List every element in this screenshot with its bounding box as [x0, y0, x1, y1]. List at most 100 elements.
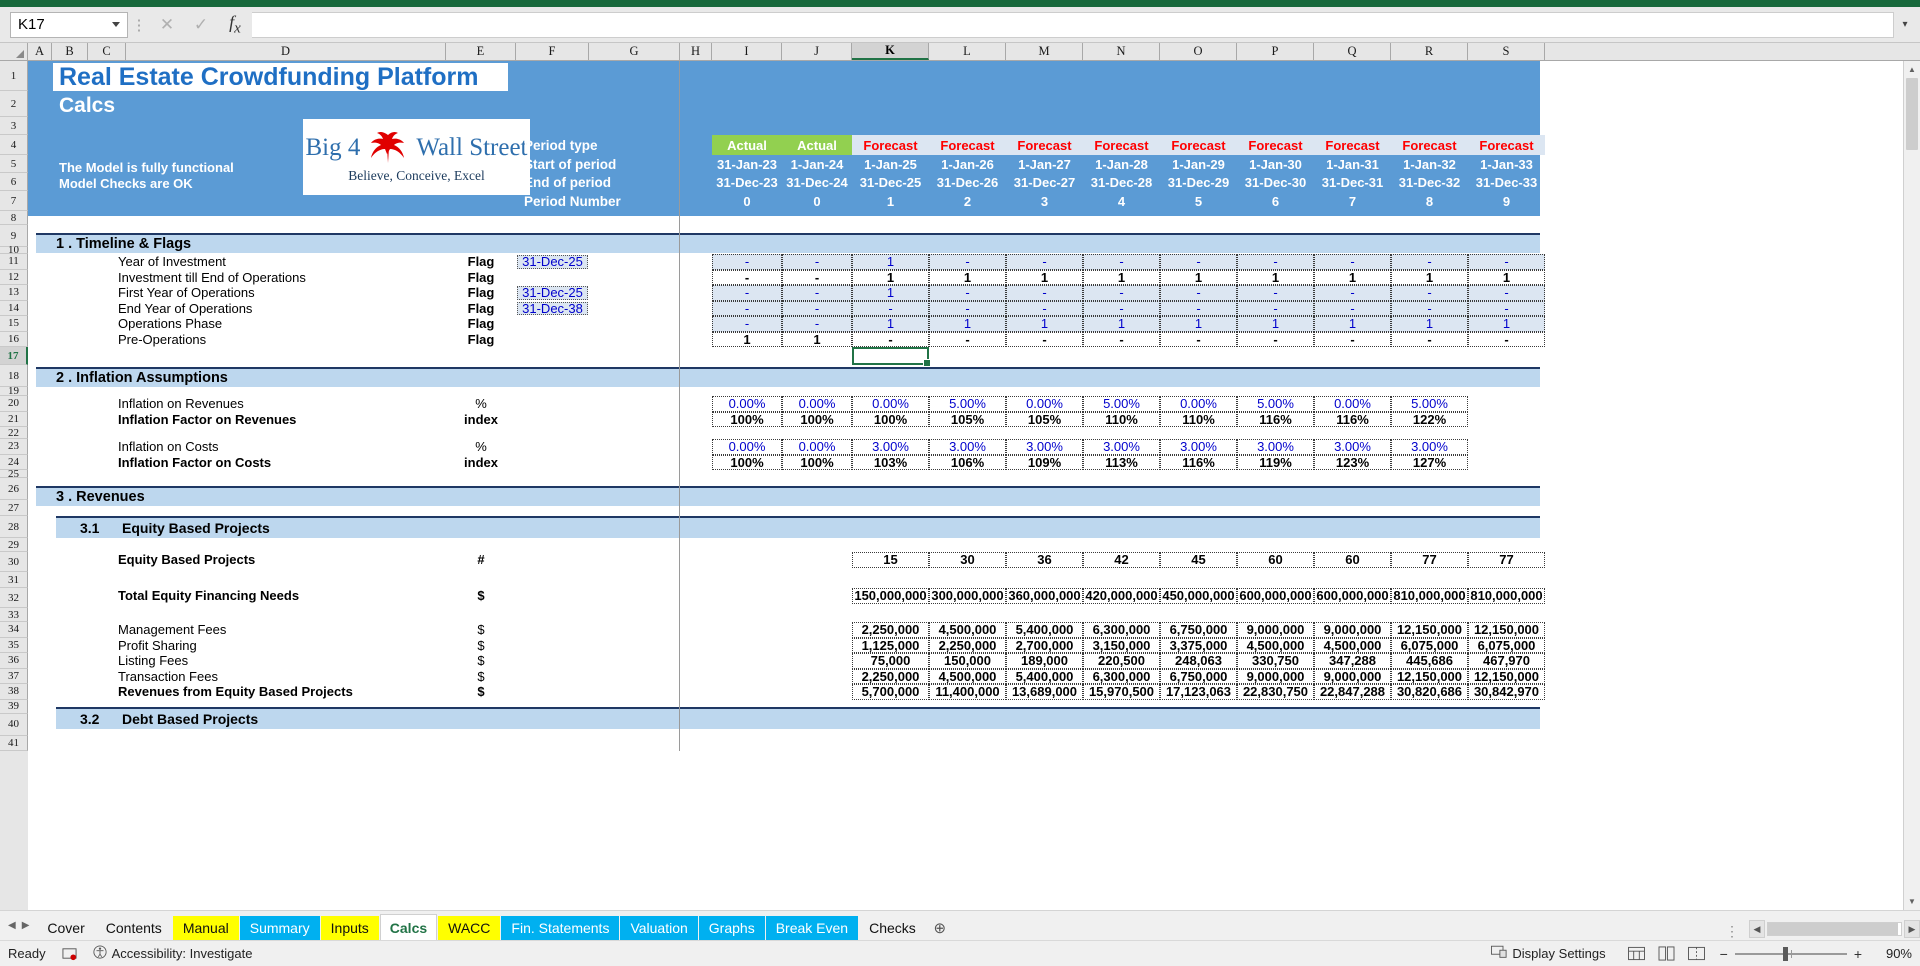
row-header-37[interactable]: 37 [0, 668, 28, 684]
timeline-value-4-I[interactable]: - [712, 316, 782, 332]
inflation-value-1-K[interactable]: 100% [852, 411, 929, 427]
revenue-value-2-R[interactable]: 12,150,000 [1391, 622, 1468, 638]
row-header-15[interactable]: 15 [0, 316, 28, 332]
timeline-value-2-M[interactable]: - [1006, 285, 1083, 301]
revenue-value-1-N[interactable]: 420,000,000 [1083, 588, 1160, 604]
row-header-26[interactable]: 26 [0, 478, 28, 500]
timeline-value-4-P[interactable]: 1 [1237, 316, 1314, 332]
row-header-20[interactable]: 20 [0, 396, 28, 412]
row-header-22[interactable]: 22 [0, 427, 28, 439]
timeline-value-3-N[interactable]: - [1083, 300, 1160, 316]
row-header-21[interactable]: 21 [0, 411, 28, 427]
column-header-c[interactable]: C [88, 43, 126, 60]
timeline-value-0-N[interactable]: - [1083, 254, 1160, 270]
first-sheet-icon[interactable]: ◀ [8, 920, 16, 931]
column-header-n[interactable]: N [1083, 43, 1160, 60]
timeline-value-3-I[interactable]: - [712, 300, 782, 316]
column-header-g[interactable]: G [589, 43, 680, 60]
row-header-16[interactable]: 16 [0, 331, 28, 347]
page-layout-view-icon[interactable] [1654, 944, 1680, 964]
zoom-slider[interactable]: − + [1720, 946, 1862, 962]
inflation-value-2-K[interactable]: 3.00% [852, 439, 929, 455]
revenue-value-5-P[interactable]: 9,000,000 [1237, 668, 1314, 684]
revenue-value-5-N[interactable]: 6,300,000 [1083, 668, 1160, 684]
formula-expand-icon[interactable]: ▾ [1894, 11, 1916, 38]
revenue-value-6-L[interactable]: 11,400,000 [929, 684, 1006, 700]
timeline-value-4-S[interactable]: 1 [1468, 316, 1545, 332]
revenue-value-2-Q[interactable]: 9,000,000 [1314, 622, 1391, 638]
inflation-value-3-Q[interactable]: 123% [1314, 454, 1391, 470]
row-header-10[interactable]: 10 [0, 244, 28, 256]
timeline-value-2-P[interactable]: - [1237, 285, 1314, 301]
revenue-value-4-O[interactable]: 248,063 [1160, 653, 1237, 669]
row-header-11[interactable]: 11 [0, 254, 28, 270]
accessibility-status[interactable]: Accessibility: Investigate [93, 945, 252, 962]
vertical-scroll-thumb[interactable] [1906, 78, 1918, 150]
column-header-b[interactable]: B [52, 43, 88, 60]
inflation-value-3-K[interactable]: 103% [852, 454, 929, 470]
inflation-value-3-J[interactable]: 100% [782, 454, 852, 470]
zoom-in-icon[interactable]: + [1854, 946, 1862, 962]
normal-view-icon[interactable] [1624, 944, 1650, 964]
row-header-14[interactable]: 14 [0, 300, 28, 316]
timeline-value-2-R[interactable]: - [1391, 285, 1468, 301]
inflation-value-1-N[interactable]: 110% [1083, 411, 1160, 427]
column-header-h[interactable]: H [680, 43, 712, 60]
row-header-18[interactable]: 18 [0, 365, 28, 387]
revenue-value-4-Q[interactable]: 347,288 [1314, 653, 1391, 669]
timeline-input-3[interactable]: 31-Dec-38 [517, 301, 588, 315]
timeline-value-3-P[interactable]: - [1237, 300, 1314, 316]
page-break-view-icon[interactable] [1684, 944, 1710, 964]
check-icon[interactable]: ✓ [184, 11, 218, 39]
row-header-27[interactable]: 27 [0, 500, 28, 516]
timeline-value-0-J[interactable]: - [782, 254, 852, 270]
revenue-value-3-N[interactable]: 3,150,000 [1083, 637, 1160, 653]
column-header-r[interactable]: R [1391, 43, 1468, 60]
timeline-value-5-M[interactable]: - [1006, 331, 1083, 347]
row-header-13[interactable]: 13 [0, 285, 28, 301]
timeline-value-5-I[interactable]: 1 [712, 331, 782, 347]
timeline-value-4-J[interactable]: - [782, 316, 852, 332]
revenue-value-2-L[interactable]: 4,500,000 [929, 622, 1006, 638]
sheet-tab-contents[interactable]: Contents [95, 916, 172, 940]
revenue-value-3-O[interactable]: 3,375,000 [1160, 637, 1237, 653]
inflation-value-2-M[interactable]: 3.00% [1006, 439, 1083, 455]
timeline-value-2-N[interactable]: - [1083, 285, 1160, 301]
revenue-value-3-M[interactable]: 2,700,000 [1006, 637, 1083, 653]
timeline-value-2-Q[interactable]: - [1314, 285, 1391, 301]
sheet-tab-wacc[interactable]: WACC [438, 916, 501, 940]
column-header-o[interactable]: O [1160, 43, 1237, 60]
revenue-value-5-M[interactable]: 5,400,000 [1006, 668, 1083, 684]
timeline-value-4-K[interactable]: 1 [852, 316, 929, 332]
timeline-value-1-Q[interactable]: 1 [1314, 269, 1391, 285]
revenue-value-0-R[interactable]: 77 [1391, 552, 1468, 568]
revenue-value-6-K[interactable]: 5,700,000 [852, 684, 929, 700]
sheet-tab-cover[interactable]: Cover [37, 916, 95, 940]
revenue-value-3-Q[interactable]: 4,500,000 [1314, 637, 1391, 653]
row-header-41[interactable]: 41 [0, 735, 28, 751]
row-header-19[interactable]: 19 [0, 385, 28, 397]
row-header-33[interactable]: 33 [0, 608, 28, 622]
revenue-value-1-Q[interactable]: 600,000,000 [1314, 588, 1391, 604]
timeline-value-4-N[interactable]: 1 [1083, 316, 1160, 332]
chevron-down-icon[interactable] [112, 22, 120, 27]
formula-bar-handle[interactable]: ⋮ [128, 16, 150, 34]
revenue-value-5-S[interactable]: 12,150,000 [1468, 668, 1545, 684]
inflation-value-2-P[interactable]: 3.00% [1237, 439, 1314, 455]
column-header-a[interactable]: A [28, 43, 52, 60]
revenue-value-6-S[interactable]: 30,842,970 [1468, 684, 1545, 700]
revenue-value-1-K[interactable]: 150,000,000 [852, 588, 929, 604]
revenue-value-3-L[interactable]: 2,250,000 [929, 637, 1006, 653]
timeline-value-3-K[interactable]: - [852, 300, 929, 316]
row-header-1[interactable]: 1 [0, 61, 28, 91]
display-settings[interactable]: Display Settings [1491, 945, 1606, 962]
timeline-value-4-R[interactable]: 1 [1391, 316, 1468, 332]
timeline-value-5-R[interactable]: - [1391, 331, 1468, 347]
zoom-out-icon[interactable]: − [1720, 946, 1728, 962]
inflation-value-0-N[interactable]: 5.00% [1083, 396, 1160, 412]
inflation-value-0-O[interactable]: 0.00% [1160, 396, 1237, 412]
tab-overflow-icon[interactable]: ⋮ [1715, 923, 1749, 940]
inflation-value-0-L[interactable]: 5.00% [929, 396, 1006, 412]
inflation-value-1-P[interactable]: 116% [1237, 411, 1314, 427]
revenue-value-1-P[interactable]: 600,000,000 [1237, 588, 1314, 604]
